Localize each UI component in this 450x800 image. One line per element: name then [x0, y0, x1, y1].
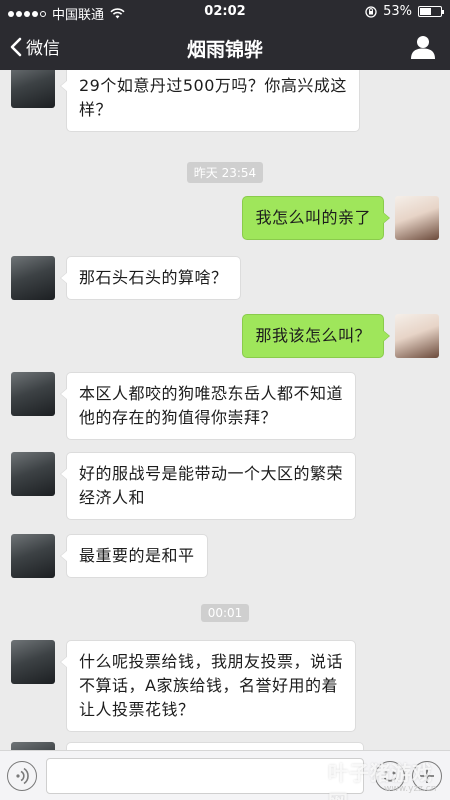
message-line: 让人投票花钱？ — [79, 700, 195, 719]
message-bubble[interactable]: 我怎么叫的亲了 — [242, 196, 390, 240]
contact-avatar[interactable] — [11, 534, 55, 578]
message-bubble[interactable] — [66, 742, 364, 750]
battery-icon — [418, 6, 444, 17]
message-line: 我怎么叫的亲了 — [255, 208, 371, 227]
contact-avatar[interactable] — [11, 452, 55, 496]
message-line: 不算话，A家族给钱，名誉好用的着 — [79, 676, 338, 695]
plus-icon — [419, 768, 434, 783]
nav-bar: 微信 烟雨锦骅 — [0, 24, 450, 70]
message-line: 那我该怎么叫？ — [255, 326, 371, 345]
message-bubble[interactable]: 那石头石头的算啥？ — [60, 256, 241, 300]
chat-timestamp: 00:01 — [0, 602, 450, 622]
contact-avatar[interactable] — [11, 372, 55, 416]
message-bubble[interactable]: 本区人都咬的狗唯恐东岳人都不知道 他的存在的狗值得你崇拜？ — [59, 372, 357, 440]
more-options-button[interactable] — [412, 761, 442, 791]
contact-avatar[interactable] — [11, 742, 55, 750]
message-bubble[interactable]: 好的服战号是能带动一个大区的繁荣 经济人和 — [59, 452, 357, 520]
chat-title: 烟雨锦骅 — [186, 39, 263, 61]
voice-icon — [15, 767, 29, 784]
my-avatar[interactable] — [395, 196, 439, 240]
timestamp-label: 昨天 23:54 — [186, 162, 264, 183]
message-input[interactable] — [46, 758, 364, 794]
message-line: 本区人都咬的狗唯恐东岳人都不知道 — [79, 384, 344, 403]
message-line: 最重要的是和平 — [79, 546, 195, 565]
smiley-icon — [383, 771, 396, 782]
status-bar: 中国联通 02:02 53% — [0, 0, 450, 24]
message-line: 好的服战号是能带动一个大区的繁荣 — [79, 464, 344, 483]
message-bubble[interactable]: 那我该怎么叫？ — [242, 314, 390, 358]
timestamp-label: 00:01 — [200, 604, 250, 622]
message-line: 什么呢投票给钱，我朋友投票，说话 — [79, 652, 344, 671]
my-avatar[interactable] — [395, 314, 439, 358]
message-line: 经济人和 — [79, 488, 146, 507]
message-line: 样？ — [79, 100, 113, 119]
battery-percent: 53% — [383, 4, 412, 19]
rotation-lock-icon — [365, 5, 377, 18]
battery-info: 53% — [365, 4, 444, 19]
contact-avatar[interactable] — [11, 640, 55, 684]
emoji-button[interactable] — [375, 761, 405, 791]
chat-messages[interactable]: 29个如意丹过500万吗？你高兴成这 样？ 昨天 23:54 我怎么叫的亲了 那… — [0, 70, 450, 750]
message-line: 那石头石头的算啥？ — [79, 268, 228, 287]
message-bubble[interactable]: 什么呢投票给钱，我朋友投票，说话 不算话，A家族给钱，名誉好用的着 让人投票花钱… — [59, 640, 357, 732]
contact-avatar[interactable] — [11, 256, 55, 300]
message-line: 29个如意丹过500万吗？你高兴成这 — [79, 76, 347, 95]
message-line: 他的存在的狗值得你崇拜？ — [79, 408, 278, 427]
profile-icon[interactable] — [410, 34, 436, 60]
contact-avatar[interactable] — [11, 70, 55, 108]
chat-timestamp: 昨天 23:54 — [0, 162, 450, 183]
input-bar — [0, 750, 450, 800]
voice-input-button[interactable] — [7, 761, 37, 791]
message-bubble[interactable]: 29个如意丹过500万吗？你高兴成这 样？ — [60, 70, 360, 132]
message-bubble[interactable]: 最重要的是和平 — [60, 534, 208, 578]
